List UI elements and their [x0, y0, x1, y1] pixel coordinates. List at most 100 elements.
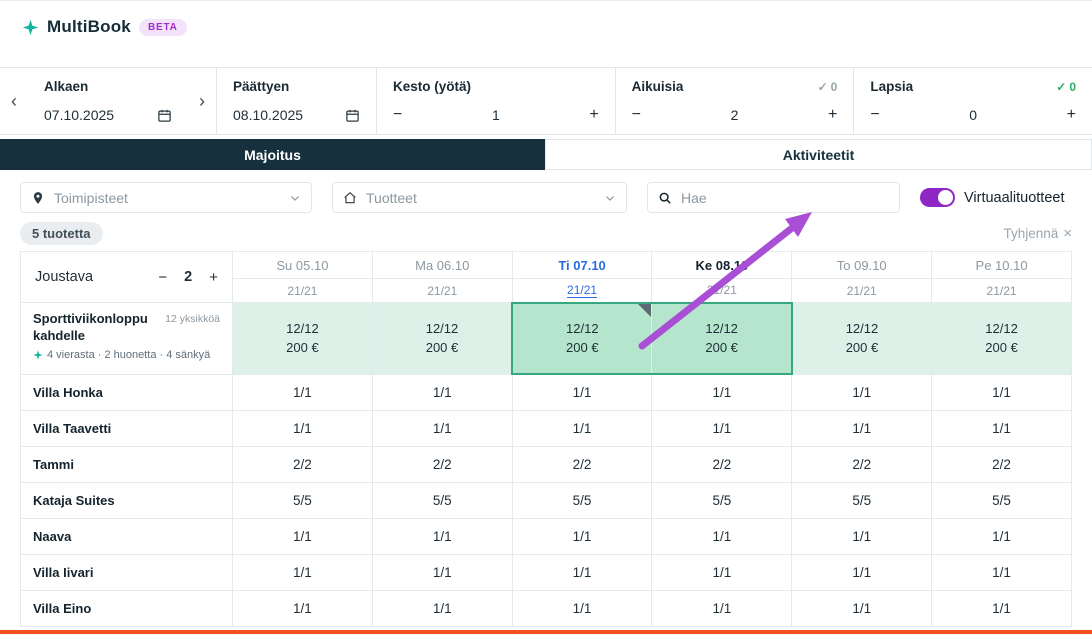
start-date-field[interactable]: Alkaen 07.10.2025	[28, 68, 188, 134]
availability-cell[interactable]: 2/2	[233, 446, 373, 482]
tab-accommodation[interactable]: Majoitus	[0, 139, 545, 170]
room-name: Villa Iivari	[21, 554, 233, 590]
availability-cell[interactable]: 1/1	[652, 374, 792, 410]
availability-cell[interactable]: 1/1	[932, 518, 1072, 554]
availability-cell[interactable]: 12/12200 €	[372, 303, 512, 375]
app-title: MultiBook	[47, 17, 131, 37]
flexible-value: 2	[184, 269, 192, 285]
availability-cell[interactable]: 1/1	[233, 518, 373, 554]
next-day-button[interactable]: ›	[188, 68, 216, 134]
availability-cell[interactable]: 1/1	[512, 410, 652, 446]
flexible-plus-button[interactable]: +	[209, 269, 218, 286]
children-plus-button[interactable]: +	[1067, 107, 1076, 123]
day-header-selected[interactable]: Ke 08.10	[652, 252, 792, 279]
children-minus-button[interactable]: −	[870, 107, 879, 123]
flexible-stepper: − 2 +	[158, 269, 218, 286]
availability-cell[interactable]: 5/5	[233, 482, 373, 518]
availability-cell[interactable]: 1/1	[932, 374, 1072, 410]
availability-cell[interactable]: 2/2	[652, 446, 792, 482]
day-header[interactable]: Su 05.10	[233, 252, 373, 279]
flexible-label: Joustava	[35, 269, 93, 285]
availability-cell[interactable]: 1/1	[792, 554, 932, 590]
availability-cell[interactable]: 1/1	[932, 410, 1072, 446]
room-name: Naava	[21, 518, 233, 554]
nights-plus-button[interactable]: +	[589, 107, 598, 123]
availability-cell[interactable]: 1/1	[372, 554, 512, 590]
clear-filters-button[interactable]: Tyhjennä×	[1003, 225, 1072, 242]
availability-cell[interactable]: 2/2	[372, 446, 512, 482]
day-header[interactable]: Pe 10.10	[932, 252, 1072, 279]
toggle-knob	[938, 190, 953, 205]
adults-field: Aikuisia ✓0 − 2 +	[615, 68, 854, 134]
availability-cell[interactable]: 1/1	[652, 518, 792, 554]
product-count-badge: 5 tuotetta	[20, 222, 103, 245]
chevron-down-icon	[604, 192, 616, 204]
day-capacity: 21/21	[372, 279, 512, 303]
availability-cell[interactable]: 1/1	[792, 590, 932, 626]
adults-plus-button[interactable]: +	[828, 107, 837, 123]
availability-grid: Joustava − 2 + Su 05.10 Ma 06.10 Ti 07.1…	[20, 251, 1072, 627]
flexible-minus-button[interactable]: −	[158, 269, 167, 286]
availability-cell[interactable]: 2/2	[932, 446, 1072, 482]
availability-cell[interactable]: 1/1	[372, 374, 512, 410]
bottom-accent-bar	[0, 630, 1092, 634]
availability-cell[interactable]: 1/1	[233, 590, 373, 626]
adults-minus-button[interactable]: −	[632, 107, 641, 123]
package-name-cell: Sporttiviikonloppu kahdelle 12 yksikköä …	[21, 303, 233, 375]
availability-cell[interactable]: 1/1	[652, 410, 792, 446]
location-pin-icon	[31, 191, 45, 205]
previous-day-button[interactable]: ‹	[0, 68, 28, 134]
day-header[interactable]: To 09.10	[792, 252, 932, 279]
close-icon: ×	[1063, 225, 1072, 242]
room-name: Villa Eino	[21, 590, 233, 626]
availability-cell[interactable]: 12/12200 €	[932, 303, 1072, 375]
nights-minus-button[interactable]: −	[393, 107, 402, 123]
multibook-logo-icon	[22, 19, 39, 36]
day-capacity-selected: 21/21	[512, 279, 652, 303]
availability-cell[interactable]: 5/5	[792, 482, 932, 518]
virtual-products-toggle[interactable]	[920, 188, 955, 207]
availability-cell[interactable]: 1/1	[372, 518, 512, 554]
children-value: 0	[969, 107, 977, 123]
availability-cell[interactable]: 2/2	[512, 446, 652, 482]
products-select[interactable]: Tuotteet	[332, 182, 627, 213]
availability-cell[interactable]: 5/5	[372, 482, 512, 518]
availability-cell[interactable]: 5/5	[652, 482, 792, 518]
calendar-icon[interactable]	[345, 108, 360, 123]
availability-cell[interactable]: 1/1	[233, 410, 373, 446]
products-placeholder: Tuotteet	[366, 190, 417, 206]
availability-cell[interactable]: 1/1	[233, 374, 373, 410]
availability-cell[interactable]: 1/1	[932, 554, 1072, 590]
availability-cell[interactable]: 1/1	[652, 554, 792, 590]
availability-cell[interactable]: 1/1	[512, 590, 652, 626]
availability-cell[interactable]: 1/1	[233, 554, 373, 590]
chevron-down-icon	[289, 192, 301, 204]
availability-cell[interactable]: 1/1	[512, 374, 652, 410]
table-row: Villa Eino 1/1 1/1 1/1 1/1 1/1 1/1	[21, 590, 1072, 626]
search-input[interactable]	[681, 190, 889, 206]
availability-cell[interactable]: 1/1	[932, 590, 1072, 626]
day-header[interactable]: Ma 06.10	[372, 252, 512, 279]
availability-cell[interactable]: 1/1	[652, 590, 792, 626]
locations-select[interactable]: Toimipisteet	[20, 182, 312, 213]
availability-cell[interactable]: 1/1	[792, 374, 932, 410]
calendar-icon[interactable]	[157, 108, 172, 123]
availability-cell[interactable]: 12/12200 €	[233, 303, 373, 375]
availability-cell[interactable]: 1/1	[372, 590, 512, 626]
availability-cell[interactable]: 1/1	[792, 518, 932, 554]
tab-activities[interactable]: Aktiviteetit	[545, 139, 1092, 170]
day-header-selected[interactable]: Ti 07.10	[512, 252, 652, 279]
availability-cell[interactable]: 1/1	[512, 518, 652, 554]
availability-cell[interactable]: 1/1	[792, 410, 932, 446]
availability-cell[interactable]: 12/12200 €	[792, 303, 932, 375]
availability-cell[interactable]: 5/5	[932, 482, 1072, 518]
end-date-field[interactable]: Päättyen 08.10.2025	[216, 68, 376, 134]
availability-cell-selected[interactable]: 12/12200 €	[652, 303, 792, 375]
availability-cell-selected[interactable]: 12/12200 €	[512, 303, 652, 375]
availability-cell[interactable]: 5/5	[512, 482, 652, 518]
availability-cell[interactable]: 2/2	[792, 446, 932, 482]
availability-cell[interactable]: 1/1	[372, 410, 512, 446]
availability-cell[interactable]: 1/1	[512, 554, 652, 590]
booking-bar: ‹ Alkaen 07.10.2025 › Päättyen 08.10.202…	[0, 67, 1092, 135]
start-date-value: 07.10.2025	[44, 107, 114, 123]
